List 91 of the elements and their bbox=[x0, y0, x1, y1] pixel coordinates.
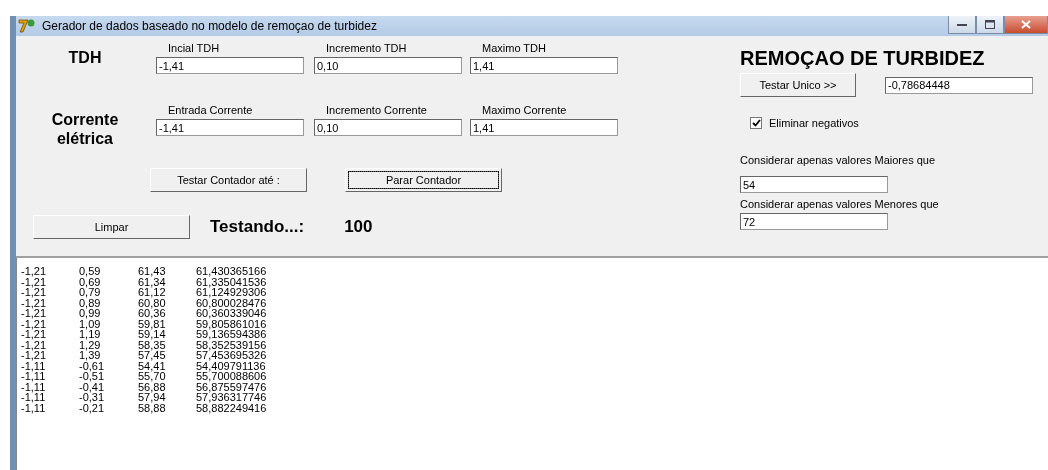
field-label: Maximo TDH bbox=[481, 42, 547, 54]
field-label: Entrada Corrente bbox=[167, 104, 254, 116]
list-cell-text: 61,34 bbox=[138, 276, 167, 287]
close-button[interactable] bbox=[1004, 16, 1048, 34]
list-cell-text: 60,800028476 bbox=[196, 297, 268, 308]
input-field[interactable]: -1,41 bbox=[156, 119, 304, 136]
list-cell-text: 0,59 bbox=[79, 266, 102, 277]
list-cell-text: 60,360339046 bbox=[196, 308, 268, 319]
maximize-icon bbox=[985, 20, 995, 29]
list-cell-text: 59,14 bbox=[138, 329, 167, 340]
list-cell-text: 61,124929306 bbox=[196, 287, 268, 298]
list-cell-text: 0,99 bbox=[79, 308, 102, 319]
field-label: Maximo Corrente bbox=[481, 104, 568, 116]
maximize-button[interactable] bbox=[976, 16, 1004, 34]
list-cell-text: -0,31 bbox=[79, 392, 106, 403]
minimize-button[interactable] bbox=[948, 16, 976, 34]
list-cell-text: 60,80 bbox=[138, 297, 167, 308]
list-cell-text: 1,09 bbox=[79, 318, 102, 329]
list-cell-text: -1,21 bbox=[21, 339, 48, 350]
list-cell-text: 59,805861016 bbox=[196, 318, 268, 329]
list-cell-text: -1,21 bbox=[21, 308, 48, 319]
list-cell-text: -1,21 bbox=[21, 266, 48, 277]
list-cell-text: -1,21 bbox=[21, 329, 48, 340]
list-cell-text: 58,352539156 bbox=[196, 339, 268, 350]
input-field[interactable]: 1,41 bbox=[470, 119, 618, 136]
status-label: Testando...: bbox=[210, 217, 305, 237]
list-cell-text: 1,29 bbox=[79, 339, 102, 350]
list-cell-text: -0,51 bbox=[79, 371, 106, 382]
checkbox-label: Eliminar negativos bbox=[769, 117, 859, 129]
list-cell-text: 57,936317746 bbox=[196, 392, 268, 403]
result-field[interactable]: -0,78684448 bbox=[885, 76, 1033, 94]
start-counter-button[interactable]: Testar Contador até : bbox=[150, 168, 307, 192]
list-cell-text: 57,45 bbox=[138, 350, 167, 361]
field-label: Incremento Corrente bbox=[325, 104, 428, 116]
list-cell-text: 0,89 bbox=[79, 297, 102, 308]
list-cell-text: -0,21 bbox=[79, 402, 106, 413]
input-field[interactable]: 1,41 bbox=[470, 57, 618, 74]
list-cell-text: 55,70 bbox=[138, 371, 167, 382]
list-cell-text: -1,21 bbox=[21, 276, 48, 287]
list-cell-text: 57,453695326 bbox=[196, 350, 268, 361]
list-cell-text: 58,882249416 bbox=[196, 402, 268, 413]
list-cell-text: 1,39 bbox=[79, 350, 101, 361]
list-cell-text: 56,88 bbox=[138, 381, 167, 392]
list-cell-text: 59,136594386 bbox=[196, 329, 268, 340]
list-cell-text: 0,69 bbox=[79, 276, 102, 287]
list-cell-text: -1,11 bbox=[21, 381, 47, 392]
list-cell-text: 61,430365166 bbox=[196, 266, 268, 277]
list-cell-text: 60,36 bbox=[138, 308, 167, 319]
list-cell-text: -1,11 bbox=[21, 402, 47, 413]
clear-button[interactable]: Limpar bbox=[33, 215, 190, 239]
list-cell-text: -1,21 bbox=[21, 287, 48, 298]
list-cell-text: 59,81 bbox=[138, 318, 167, 329]
input-field[interactable]: 0,10 bbox=[314, 119, 462, 136]
list-cell-text: 61,335041536 bbox=[196, 276, 268, 287]
section-title: REMOÇAO DE TURBIDEZ bbox=[740, 47, 986, 69]
field-label: Considerar apenas valores Menores que bbox=[740, 198, 940, 210]
list-cell-text: 56,875597476 bbox=[196, 381, 268, 392]
list-cell-text: -0,41 bbox=[79, 381, 106, 392]
list-cell-text: 57,94 bbox=[138, 392, 167, 403]
group-title: Corrente elétrica bbox=[50, 110, 120, 148]
list-cell-text: -1,21 bbox=[21, 318, 48, 329]
group-title: TDH bbox=[67, 48, 103, 67]
stop-counter-button[interactable]: Parar Contador bbox=[345, 168, 502, 192]
input-field[interactable]: 0,10 bbox=[314, 57, 462, 74]
field-label: Incial TDH bbox=[167, 42, 221, 54]
list-cell-text: 61,43 bbox=[138, 266, 167, 277]
list-cell-text: 58,88 bbox=[138, 402, 167, 413]
list-cell-text: -1,11 bbox=[21, 360, 47, 371]
list-cell-text: -1,21 bbox=[21, 297, 48, 308]
window-title: Gerador de dados baseado no modelo de remoçao de turbidez bbox=[42, 19, 377, 33]
status-count: 100 bbox=[344, 217, 373, 237]
list-cell-text: 54,41 bbox=[138, 360, 167, 371]
input-field[interactable]: -1,41 bbox=[156, 57, 304, 74]
list-cell-text: 1,19 bbox=[79, 329, 102, 340]
list-cell-text: -1,11 bbox=[21, 371, 47, 382]
list-cell-text: 0,79 bbox=[79, 287, 102, 298]
close-icon bbox=[1021, 20, 1031, 29]
field-label: Incremento TDH bbox=[325, 42, 408, 54]
input-field[interactable]: 54 bbox=[740, 176, 888, 193]
field-label: Considerar apenas valores Maiores que bbox=[740, 154, 937, 166]
test-single-button[interactable]: Testar Unico >> bbox=[740, 73, 856, 97]
input-field[interactable]: 72 bbox=[740, 213, 888, 230]
list-cell-text: 55,700088606 bbox=[196, 371, 268, 382]
checkbox[interactable] bbox=[750, 117, 762, 129]
list-cell-text: 61,12 bbox=[138, 287, 167, 298]
list-cell-text: 54,409791136 bbox=[196, 360, 267, 371]
list-cell-text: 58,35 bbox=[138, 339, 167, 350]
list-cell-text: -0,61 bbox=[79, 360, 106, 371]
list-cell-text: -1,21 bbox=[21, 350, 48, 361]
app-icon bbox=[18, 18, 36, 34]
list-cell-text: -1,11 bbox=[21, 392, 47, 403]
